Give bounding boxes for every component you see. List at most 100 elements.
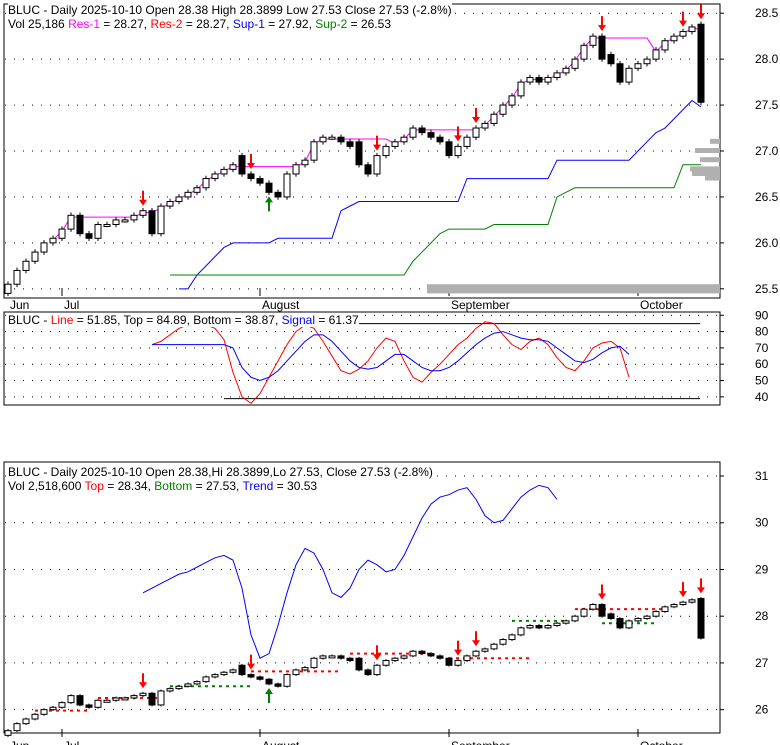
trend-panel-candle <box>292 669 300 676</box>
price-tick-label: 25.5 <box>755 282 779 296</box>
trend-tick-label: 28 <box>755 609 769 623</box>
price-candle <box>364 164 372 175</box>
price-candle <box>220 168 228 175</box>
volume-profile-bar <box>705 175 720 181</box>
price-candle <box>571 58 579 69</box>
trend-panel-candle <box>463 655 471 662</box>
trend-tick-label: 30 <box>755 516 769 530</box>
price-candle <box>670 35 678 42</box>
price-candle <box>355 141 363 166</box>
trend-panel-candle <box>670 604 678 608</box>
price-candle <box>400 136 408 143</box>
trend-value: = 30.53 <box>273 479 318 493</box>
price-candle <box>292 164 300 175</box>
oscillator-tick-label: 60 <box>755 357 769 371</box>
price-candle <box>103 224 111 227</box>
res2-value: = 28.27, <box>182 17 233 31</box>
price-candle <box>490 113 498 124</box>
price-tick-label: 26.0 <box>755 236 779 250</box>
price-candle <box>373 155 381 175</box>
ohlc-summary: Daily 2025-10-10 Open 28.38 High 28.3899… <box>50 3 452 17</box>
price-candle <box>445 141 453 157</box>
trend-panel-candle <box>544 625 552 629</box>
volume-profile-bar <box>690 166 720 172</box>
month-label-bottom: Jul <box>64 739 79 745</box>
trend-panel-candle <box>688 599 696 603</box>
price-sell-arrow <box>454 126 462 142</box>
trend-panel-candle <box>355 657 363 671</box>
trend-panel-candle <box>58 702 66 708</box>
trend-panel-sell-arrow <box>247 654 255 670</box>
price-tick-label: 27.5 <box>755 98 779 112</box>
price-sell-arrow <box>679 11 687 27</box>
price-candle <box>157 205 165 235</box>
trend-panel-header: BLUC - Daily 2025-10-10 Open 28.38,Hi 28… <box>8 465 433 479</box>
trend-panel-candle <box>121 697 129 701</box>
trend-panel-candle <box>418 650 426 655</box>
price-candle <box>58 228 66 239</box>
price-candle <box>211 173 219 180</box>
price-candle <box>319 136 327 143</box>
trend-panel-candle <box>337 655 345 659</box>
trend-panel-sell-arrow <box>598 584 606 600</box>
price-candle <box>463 136 471 147</box>
sup2-label: Sup-2 <box>315 17 348 31</box>
signal-value: = 61.37 <box>315 313 359 327</box>
price-candle <box>652 49 660 60</box>
price-sell-arrow <box>697 4 705 20</box>
price-candle <box>625 67 633 83</box>
price-candle <box>409 127 417 138</box>
res1-line <box>52 28 701 241</box>
trend-panel-candle <box>184 683 192 687</box>
price-candle <box>598 35 606 60</box>
trend-panel-candle <box>202 676 210 683</box>
trend-panel-candle <box>274 683 282 687</box>
month-label-top: October <box>640 298 683 312</box>
sup2-value: = 26.53 <box>347 17 391 31</box>
trend-panel-candle <box>328 655 336 659</box>
price-candle <box>76 214 84 235</box>
trend-line <box>142 484 558 659</box>
volume-profile-bar <box>700 157 720 163</box>
price-candle <box>49 237 57 244</box>
price-candle <box>166 201 174 207</box>
trend-panel-sell-arrow <box>679 582 687 598</box>
month-label-bottom: October <box>640 739 683 745</box>
price-candle <box>40 242 48 253</box>
price-candle <box>508 95 516 106</box>
price-candle <box>22 260 30 271</box>
trend-panel-candle <box>13 723 21 732</box>
price-candle <box>679 31 687 37</box>
trend-panel-candle <box>508 634 516 641</box>
price-candle <box>472 127 480 138</box>
trend-panel-candle <box>319 655 327 659</box>
trend-panel-candle <box>346 657 354 662</box>
price-candle <box>184 191 192 198</box>
month-label-top: Jul <box>64 298 79 312</box>
trend-panel-sell-arrow <box>139 673 147 689</box>
price-candle <box>454 145 462 157</box>
bottom-label: Bottom <box>154 479 193 493</box>
price-candle <box>517 81 525 97</box>
oscillator-tick-label: 70 <box>755 341 769 355</box>
trend-tick-label: 26 <box>755 703 769 717</box>
price-candle <box>85 233 93 239</box>
trend-panel-candle <box>589 604 597 610</box>
trend-panel-candle <box>382 660 390 666</box>
volume-profile-bar <box>427 284 720 294</box>
price-candle <box>418 127 426 134</box>
price-candle <box>589 35 597 46</box>
trend-panel-candle <box>472 650 480 657</box>
sup1-label: Sup-1 <box>232 17 265 31</box>
price-candle <box>481 122 489 129</box>
price-candle <box>4 283 12 294</box>
price-panel-header: BLUC - Daily 2025-10-10 Open 28.38 High … <box>8 3 452 17</box>
price-candle <box>238 155 246 175</box>
price-candle <box>247 173 255 180</box>
volume-profile-bar <box>710 138 720 144</box>
trend-panel-candle <box>625 620 633 629</box>
trend-panel-candle <box>697 597 705 639</box>
trend-panel-candle <box>490 643 498 650</box>
trend-panel-candle <box>139 692 147 697</box>
trend-panel-sell-arrow <box>472 631 480 647</box>
